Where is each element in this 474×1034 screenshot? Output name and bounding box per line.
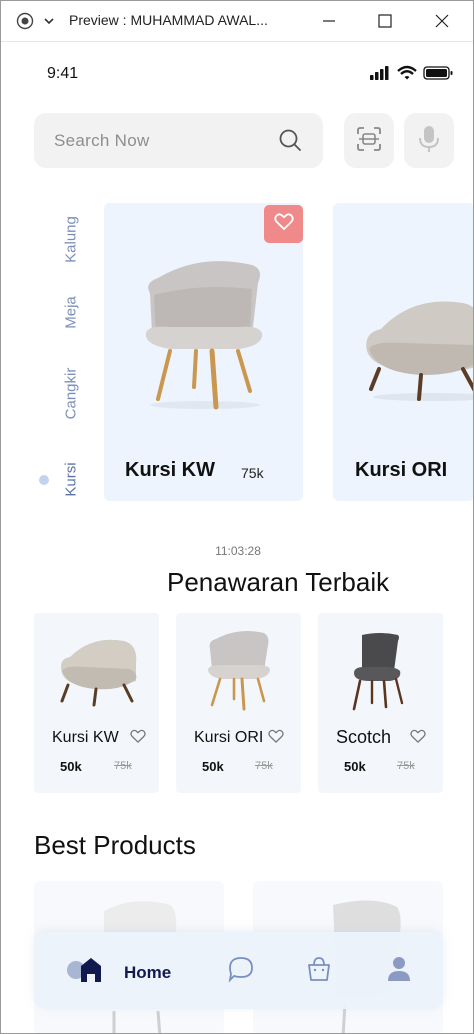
- hero-product-name: Kursi KW: [125, 459, 215, 481]
- hero-product-card[interactable]: Kursi ORI: [333, 203, 473, 501]
- offer-name: Scotch: [336, 727, 392, 747]
- chair-image: [366, 301, 473, 401]
- search-placeholder: Search Now: [54, 131, 150, 150]
- search-icon[interactable]: [278, 128, 302, 156]
- active-category-indicator: [39, 475, 49, 485]
- app-window: Preview : MUHAMMAD AWAL... 9:41 Search N…: [0, 0, 474, 1034]
- offer-name: Kursi ORI: [194, 729, 264, 746]
- offer-price: 50k: [344, 759, 366, 774]
- voice-search-button[interactable]: [404, 113, 454, 168]
- wifi-icon: [397, 65, 417, 80]
- offer-card[interactable]: Kursi KW 50k 75k: [34, 613, 159, 793]
- minimize-button[interactable]: [319, 11, 339, 31]
- maximize-button[interactable]: [375, 11, 395, 31]
- nav-home-label[interactable]: Home: [124, 963, 171, 983]
- window-titlebar: Preview : MUHAMMAD AWAL...: [1, 1, 473, 42]
- category-tab-cangkir[interactable]: Cangkir: [63, 354, 80, 434]
- search-input[interactable]: Search Now: [34, 113, 323, 168]
- offer-old-price: 75k: [114, 760, 132, 772]
- heart-icon[interactable]: [130, 729, 146, 748]
- chair-image: [352, 633, 404, 711]
- profile-icon: [386, 955, 412, 987]
- close-button[interactable]: [432, 11, 452, 31]
- status-icons: [370, 64, 454, 82]
- heart-icon: [273, 213, 294, 235]
- chevron-down-icon[interactable]: [39, 11, 59, 31]
- chair-image: [145, 261, 263, 410]
- offer-old-price: 75k: [255, 760, 273, 772]
- category-tab-kalung[interactable]: Kalung: [63, 200, 80, 280]
- clock-text: 11:03:28: [215, 544, 261, 558]
- battery-icon: [423, 66, 453, 80]
- offers-title: Penawaran Terbaik: [167, 567, 390, 597]
- category-tab-meja[interactable]: Meja: [63, 273, 80, 353]
- nav-cart[interactable]: [302, 932, 336, 1009]
- offer-card[interactable]: Kursi ORI 50k 75k: [176, 613, 301, 793]
- chair-image: [208, 631, 270, 711]
- window-menu-icon[interactable]: [15, 11, 35, 31]
- hero-product-name: Kursi ORI: [355, 459, 448, 481]
- bottom-nav: Home: [34, 932, 443, 1009]
- offer-price: 50k: [202, 759, 224, 774]
- scan-button[interactable]: [344, 113, 394, 168]
- nav-profile[interactable]: [382, 932, 416, 1009]
- chat-icon: [227, 955, 255, 987]
- home-icon: [64, 954, 104, 988]
- offer-card[interactable]: Scotch 50k 75k: [318, 613, 443, 793]
- category-tab-kursi[interactable]: Kursi: [63, 440, 80, 520]
- nav-chat[interactable]: [224, 932, 258, 1009]
- hero-product-card[interactable]: Kursi KW 75k: [104, 203, 303, 501]
- window-title: Preview : MUHAMMAD AWAL...: [69, 12, 268, 28]
- status-time: 9:41: [47, 65, 79, 82]
- hero-product-price: 75k: [241, 465, 264, 481]
- offer-old-price: 75k: [397, 760, 415, 772]
- favorite-button[interactable]: [264, 205, 303, 243]
- nav-home[interactable]: [62, 932, 106, 1009]
- signal-icon: [370, 66, 389, 80]
- heart-icon[interactable]: [410, 729, 426, 748]
- heart-icon[interactable]: [268, 729, 284, 748]
- scan-icon: [356, 126, 382, 156]
- offer-price: 50k: [60, 759, 82, 774]
- best-products-title: Best Products: [34, 830, 196, 860]
- chair-image: [60, 639, 137, 707]
- bag-icon: [305, 955, 333, 987]
- microphone-icon: [418, 125, 440, 157]
- offer-name: Kursi KW: [52, 729, 119, 746]
